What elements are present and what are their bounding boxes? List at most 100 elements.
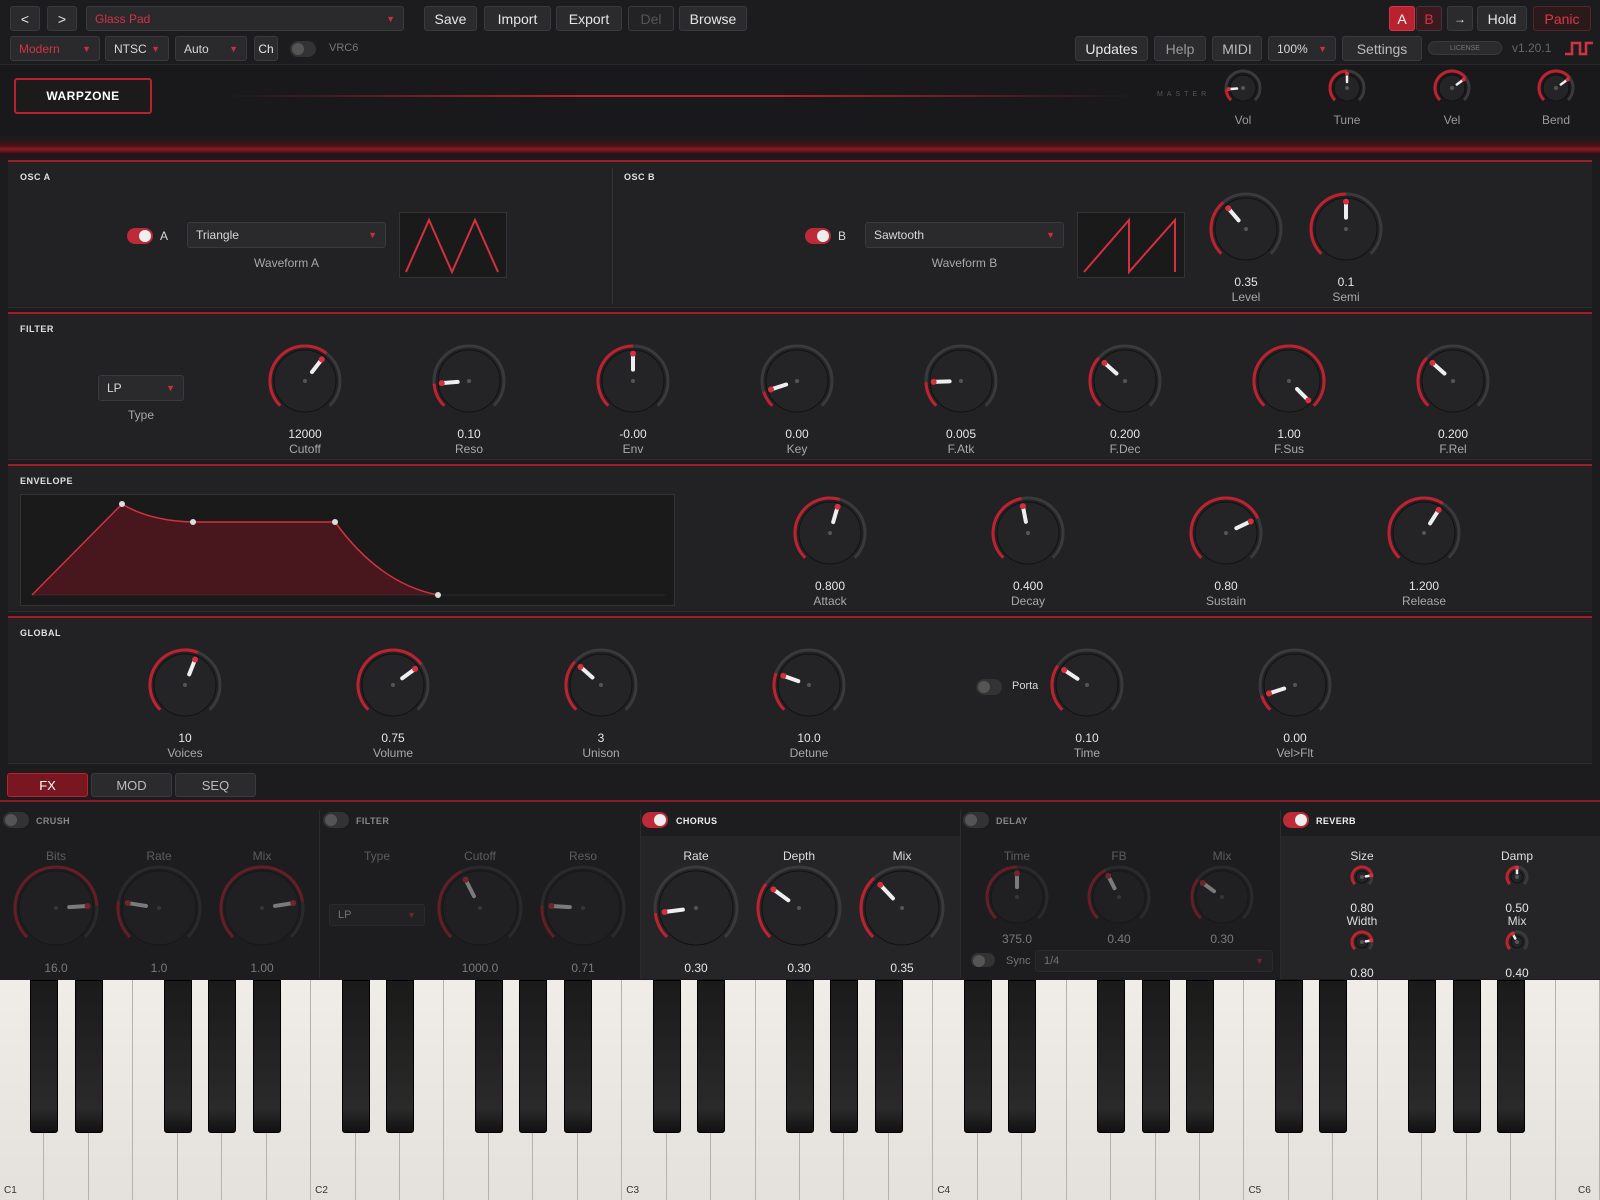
crush-mix-knob[interactable] [218,864,306,957]
black-key[interactable] [163,980,192,1133]
osc-b-semi-knob[interactable] [1308,191,1384,272]
global-vel-flt-knob[interactable] [1257,647,1333,728]
envelope-graph[interactable] [20,494,675,606]
black-key[interactable] [341,980,370,1133]
env-attack-knob[interactable] [792,495,868,576]
black-key[interactable] [208,980,237,1133]
region-dropdown[interactable]: NTSC ▼ [105,36,169,61]
delay-fb-knob[interactable] [1086,864,1152,935]
black-key[interactable] [1274,980,1303,1133]
filter-key-knob[interactable] [759,343,835,424]
global-unison-knob[interactable] [563,647,639,728]
browse-button[interactable]: Browse [679,6,747,31]
tab-fx[interactable]: FX [7,773,88,797]
fx-filter-toggle[interactable] [323,812,349,828]
export-button[interactable]: Export [556,6,622,31]
black-key[interactable] [830,980,859,1133]
filter-env-knob[interactable] [595,343,671,424]
black-key[interactable] [30,980,59,1133]
tab-seq[interactable]: SEQ [175,773,256,797]
crush-rate-knob[interactable] [115,864,203,957]
chorus-rate-knob[interactable] [652,864,740,957]
patch-name-display[interactable]: WARPZONE [14,78,152,114]
black-key[interactable] [1141,980,1170,1133]
vrc6-toggle[interactable] [290,41,316,57]
reverb-toggle[interactable] [1283,812,1309,828]
ab-a-button[interactable]: A [1389,6,1415,31]
delay-time-knob[interactable] [984,864,1050,935]
fx-filter-type-dropdown[interactable]: LP ▼ [329,904,425,926]
panic-button[interactable]: Panic [1533,6,1591,31]
ab-copy-button[interactable]: → [1447,6,1473,31]
delay-division-dropdown[interactable]: 1/4 ▼ [1035,950,1273,972]
waveform-a-dropdown[interactable]: Triangle ▼ [187,222,386,248]
tab-mod[interactable]: MOD [91,773,172,797]
master-vel-knob[interactable] [1432,68,1472,113]
filter-type-dropdown[interactable]: LP ▼ [98,375,184,401]
chorus-mix-knob[interactable] [858,864,946,957]
black-key[interactable] [474,980,503,1133]
mode-dropdown[interactable]: Modern ▼ [10,36,100,61]
import-button[interactable]: Import [484,6,551,31]
master-tune-knob[interactable] [1327,68,1367,113]
save-button[interactable]: Save [424,6,477,31]
osc-b-level-knob[interactable] [1208,191,1284,272]
black-key[interactable] [1186,980,1214,1133]
piano-keyboard[interactable]: C1 C2 C3 C4 C5 C6 [0,980,1600,1200]
channel-button[interactable]: Ch [254,36,278,61]
filter-f-dec-knob[interactable] [1087,343,1163,424]
reverb-size-knob[interactable] [1349,864,1375,895]
black-key[interactable] [1097,980,1126,1133]
reverb-damp-knob[interactable] [1504,864,1530,895]
global-time-knob[interactable] [1049,647,1125,728]
delete-button[interactable]: Del [628,6,674,31]
black-key[interactable] [386,980,414,1133]
black-key[interactable] [697,980,726,1133]
black-key[interactable] [1497,980,1526,1133]
global-volume-knob[interactable] [355,647,431,728]
black-key[interactable] [1008,980,1037,1133]
preset-dropdown[interactable]: Glass Pad ▼ [86,6,404,31]
black-key[interactable] [963,980,992,1133]
env-release-knob[interactable] [1386,495,1462,576]
next-preset-button[interactable]: > [47,6,77,31]
black-key[interactable] [74,980,103,1133]
crush-bits-knob[interactable] [12,864,100,957]
midi-button[interactable]: MIDI [1212,36,1262,61]
global-detune-knob[interactable] [771,647,847,728]
help-button[interactable]: Help [1154,36,1206,61]
ab-b-button[interactable]: B [1416,6,1442,31]
black-key[interactable] [652,980,681,1133]
license-button[interactable]: LICENSE [1428,41,1502,55]
crush-toggle[interactable] [3,812,29,828]
env-sustain-knob[interactable] [1188,495,1264,576]
delay-sync-toggle[interactable] [971,953,995,967]
hold-button[interactable]: Hold [1477,6,1527,31]
black-key[interactable] [252,980,281,1133]
black-key[interactable] [786,980,814,1133]
filter-reso-knob[interactable] [431,343,507,424]
filter-f-sus-knob[interactable] [1251,343,1327,424]
filter-cutoff-knob[interactable] [267,343,343,424]
chorus-toggle[interactable] [642,812,668,828]
reverb-width-knob[interactable] [1349,929,1375,960]
delay-toggle[interactable] [963,812,989,828]
waveform-b-dropdown[interactable]: Sawtooth ▼ [865,222,1064,248]
black-key[interactable] [1408,980,1437,1133]
zoom-dropdown[interactable]: 100% ▼ [1268,36,1336,61]
black-key[interactable] [519,980,548,1133]
white-key[interactable] [1555,980,1600,1200]
settings-button[interactable]: Settings [1342,36,1422,61]
prev-preset-button[interactable]: < [10,6,40,31]
auto-dropdown[interactable]: Auto ▼ [175,36,247,61]
fx-filter-reso-knob[interactable] [539,864,627,957]
black-key[interactable] [1319,980,1348,1133]
filter-f-atk-knob[interactable] [923,343,999,424]
osc-a-toggle[interactable] [127,228,153,244]
black-key[interactable] [1452,980,1481,1133]
global-voices-knob[interactable] [147,647,223,728]
master-bend-knob[interactable] [1536,68,1576,113]
black-key[interactable] [563,980,592,1133]
fx-filter-cutoff-knob[interactable] [436,864,524,957]
master-vol-knob[interactable] [1223,68,1263,113]
